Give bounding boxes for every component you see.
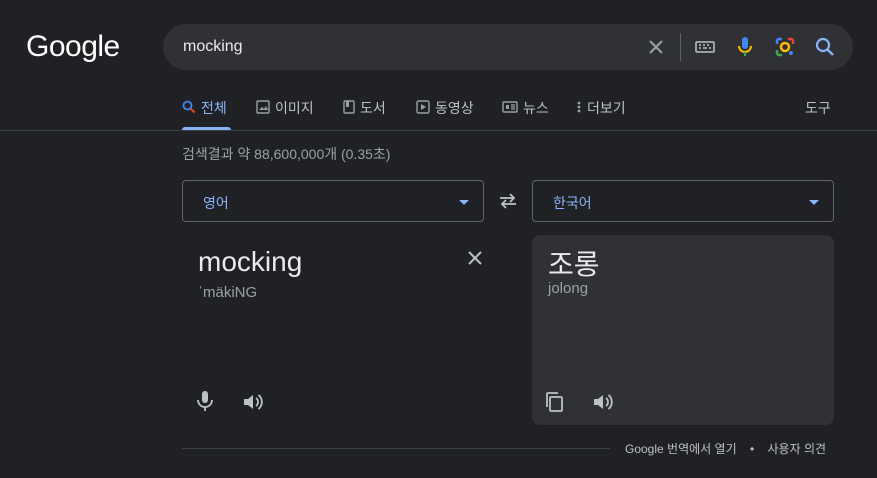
source-pronunciation: ˈmäkiNG (198, 284, 258, 301)
search-box[interactable]: mocking (163, 24, 853, 70)
listen-source-icon[interactable] (241, 390, 265, 414)
tab-news[interactable]: 뉴스 (502, 98, 549, 130)
translate-footer: Google 번역에서 열기 • 사용자 의견 (625, 440, 826, 457)
tab-more[interactable]: 더보기 (576, 98, 626, 130)
tools-button[interactable]: 도구 (805, 98, 831, 118)
book-icon (343, 100, 355, 114)
tab-all[interactable]: 전체 (182, 98, 231, 130)
search-input[interactable]: mocking (183, 38, 243, 56)
image-icon (256, 100, 270, 114)
lens-icon[interactable] (773, 35, 797, 59)
translated-text: 조롱 (548, 249, 600, 280)
listen-translation-icon[interactable] (591, 390, 615, 414)
translated-romanization: jolong (548, 280, 589, 297)
search-tabs: 전체 이미지 도서 동영상 뉴스 더보기 (182, 98, 834, 130)
search-submit-icon[interactable] (813, 35, 837, 59)
video-icon (416, 100, 430, 114)
news-icon (502, 101, 518, 113)
voice-search-icon[interactable] (733, 35, 757, 59)
result-stats: 검색결과 약 88,600,000개 (0.35초) (182, 146, 391, 162)
footer-divider (182, 448, 610, 449)
tab-books[interactable]: 도서 (343, 98, 386, 130)
tab-videos[interactable]: 동영상 (416, 98, 474, 130)
footer-separator: • (749, 442, 755, 456)
clear-search-icon[interactable] (644, 35, 668, 59)
source-language-select[interactable]: 영어 (182, 180, 484, 222)
caret-down-icon (809, 200, 819, 205)
more-vert-icon (577, 101, 581, 113)
google-logo[interactable]: Google (26, 30, 120, 64)
target-language-select[interactable]: 한국어 (532, 180, 834, 222)
feedback-link[interactable]: 사용자 의견 (768, 442, 827, 456)
caret-down-icon (459, 200, 469, 205)
keyboard-icon[interactable] (693, 35, 717, 59)
target-language-label: 한국어 (553, 195, 592, 211)
clear-source-icon[interactable] (464, 247, 486, 269)
swap-languages-icon[interactable] (496, 189, 520, 213)
microphone-icon[interactable] (193, 389, 217, 413)
open-in-google-translate-link[interactable]: Google 번역에서 열기 (625, 442, 737, 456)
tabs-divider (0, 130, 877, 131)
source-language-label: 영어 (203, 195, 229, 211)
tab-images[interactable]: 이미지 (256, 98, 314, 130)
copy-icon[interactable] (543, 390, 567, 414)
search-icon (182, 100, 196, 114)
translation-output-panel: 조롱 jolong (532, 235, 834, 425)
search-divider (680, 33, 681, 61)
source-text[interactable]: mocking (198, 246, 302, 278)
